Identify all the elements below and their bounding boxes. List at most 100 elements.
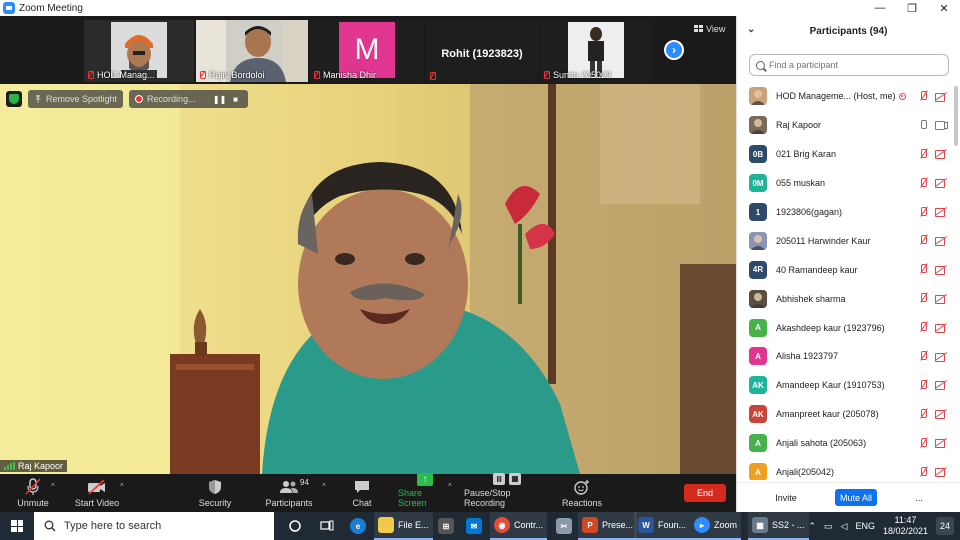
muted-mic-icon[interactable]: [919, 235, 928, 245]
video-off-icon[interactable]: [935, 236, 947, 246]
snipping-button[interactable]: ✂: [552, 512, 576, 540]
participant-row[interactable]: 205011 Harwinder Kaur: [737, 226, 960, 255]
tray-overflow-icon[interactable]: ⌃: [808, 521, 816, 532]
encryption-shield-icon[interactable]: [6, 91, 22, 107]
recording-status-icon: [898, 92, 906, 100]
video-thumb[interactable]: Rajiv Bordoloi: [196, 20, 308, 82]
muted-mic-icon[interactable]: [919, 379, 928, 390]
collapse-panel-icon[interactable]: ⌄: [747, 24, 755, 35]
edge-button[interactable]: e: [346, 512, 370, 540]
participant-row[interactable]: Abhishek sharma: [737, 284, 960, 313]
pause-stop-recording-button[interactable]: Pause/Stop Recording: [464, 473, 550, 512]
video-off-icon[interactable]: [935, 323, 947, 333]
video-thumb[interactable]: Sunita 205009: [540, 20, 652, 82]
share-screen-button[interactable]: ↑ Share Screen: [398, 473, 452, 512]
participant-initials-avatar: 0M: [749, 174, 767, 193]
invite-button[interactable]: Invite: [769, 489, 803, 506]
taskbar-app[interactable]: ◉ Contr...: [490, 512, 548, 540]
participant-row[interactable]: 4R 40 Ramandeep kaur: [737, 255, 960, 284]
video-off-icon[interactable]: [935, 178, 947, 189]
participant-row[interactable]: A Anjali sahota (205063): [737, 429, 960, 458]
video-thumb[interactable]: M Manisha Dhir: [310, 20, 424, 82]
remove-spotlight-button[interactable]: Remove Spotlight: [28, 90, 124, 108]
participant-row[interactable]: AK Amandeep Kaur (1910753): [737, 371, 960, 400]
start-video-label: Start Video: [74, 498, 120, 508]
muted-mic-icon[interactable]: [919, 437, 928, 448]
next-page-button[interactable]: ›: [664, 40, 684, 60]
participant-row[interactable]: 0B 021 Brig Karan: [737, 140, 960, 169]
video-off-icon[interactable]: [935, 409, 947, 420]
unmute-button[interactable]: Unmute: [14, 474, 52, 512]
taskbar-app[interactable]: ▦ SS2 - ...: [748, 512, 809, 540]
start-button[interactable]: [0, 512, 34, 540]
chat-button[interactable]: Chat: [346, 474, 378, 512]
taskbar-app[interactable]: ▸ Zoom: [690, 512, 742, 540]
participant-row[interactable]: A Alisha 1923797: [737, 342, 960, 371]
muted-mic-icon[interactable]: [919, 91, 928, 101]
participant-name: 40 Ramandeep kaur: [776, 264, 858, 275]
participant-row[interactable]: 0M 055 muskan: [737, 169, 960, 198]
video-off-icon[interactable]: [935, 207, 947, 218]
participant-row[interactable]: HOD Manageme... (Host, me): [737, 82, 960, 111]
muted-mic-icon[interactable]: [919, 293, 928, 303]
start-video-button[interactable]: Start Video: [74, 474, 120, 512]
stop-recording-button[interactable]: ■: [230, 93, 242, 105]
video-options-caret[interactable]: ^: [120, 482, 124, 491]
video-off-icon[interactable]: [935, 380, 947, 391]
participant-row[interactable]: AK Amanpreet kaur (205078): [737, 400, 960, 429]
language-indicator[interactable]: ENG: [855, 521, 875, 531]
store-button[interactable]: ⊞: [434, 512, 458, 540]
mute-all-button[interactable]: Mute All: [835, 489, 877, 506]
participants-options-caret[interactable]: ^: [322, 482, 326, 491]
taskbar-app[interactable]: P Prese...: [578, 512, 638, 540]
notification-center-button[interactable]: 24: [936, 517, 954, 535]
video-off-icon[interactable]: [935, 352, 947, 362]
video-off-icon[interactable]: [935, 265, 947, 275]
security-button[interactable]: Security: [196, 474, 234, 512]
video-off-icon[interactable]: [935, 438, 947, 449]
video-off-icon[interactable]: [935, 92, 947, 102]
mic-on-icon[interactable]: [919, 119, 928, 130]
muted-mic-icon[interactable]: [919, 206, 928, 217]
video-off-icon[interactable]: [935, 467, 947, 478]
task-view-button[interactable]: [316, 512, 338, 540]
muted-mic-icon[interactable]: [919, 322, 928, 332]
audio-options-caret[interactable]: ^: [51, 482, 55, 491]
maximize-button[interactable]: ❐: [896, 0, 928, 16]
muted-mic-icon[interactable]: [919, 148, 928, 159]
muted-mic-icon[interactable]: [919, 408, 928, 419]
taskbar-clock[interactable]: 11:47 18/02/2021: [883, 515, 928, 537]
participants-button[interactable]: 94 Participants: [264, 474, 314, 512]
minimize-button[interactable]: —: [864, 0, 896, 16]
volume-icon[interactable]: ◁: [841, 521, 848, 532]
participant-row[interactable]: 1 1923806(gagan): [737, 198, 960, 227]
mail-button[interactable]: ✉: [462, 512, 486, 540]
video-thumb[interactable]: HOD Manag...: [84, 20, 194, 82]
taskbar-app[interactable]: File E...: [374, 512, 433, 540]
video-thumb[interactable]: Rohit (1923823): [426, 20, 538, 82]
close-button[interactable]: ✕: [928, 0, 960, 16]
participant-row[interactable]: A Anjali(205042): [737, 458, 960, 480]
muted-mic-icon[interactable]: [919, 264, 928, 274]
participant-search[interactable]: [749, 54, 949, 76]
muted-mic-icon[interactable]: [919, 177, 928, 188]
end-meeting-button[interactable]: End: [684, 484, 726, 502]
cortana-button[interactable]: [284, 512, 306, 540]
taskbar-search[interactable]: Type here to search: [34, 512, 274, 540]
muted-mic-icon[interactable]: [919, 466, 928, 477]
share-options-caret[interactable]: ^: [448, 482, 452, 491]
reactions-button[interactable]: Reactions: [560, 474, 604, 512]
view-button[interactable]: View: [694, 24, 725, 34]
participant-list-scrollbar[interactable]: [954, 86, 958, 146]
pause-recording-button[interactable]: ❚❚: [213, 93, 226, 105]
video-off-icon[interactable]: [935, 149, 947, 160]
participant-search-input[interactable]: [769, 60, 939, 70]
participant-row[interactable]: A Akashdeep kaur (1923796): [737, 313, 960, 342]
taskbar-app[interactable]: W Foun...: [634, 512, 691, 540]
network-icon[interactable]: ▭: [824, 521, 833, 532]
muted-mic-icon[interactable]: [919, 351, 928, 361]
video-off-icon[interactable]: [935, 294, 947, 304]
video-on-icon[interactable]: [935, 120, 948, 131]
participant-row[interactable]: Raj Kapoor: [737, 111, 960, 140]
more-options-button[interactable]: ...: [909, 489, 929, 506]
